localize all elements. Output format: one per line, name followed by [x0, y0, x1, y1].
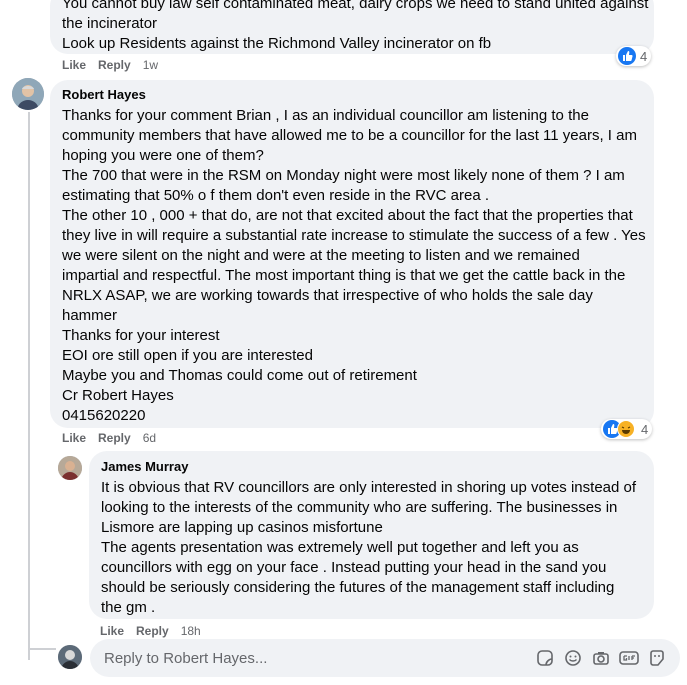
comment-text-line: should be seriously considering the futu…: [101, 579, 615, 596]
comment-text-line: Thanks for your comment Brian , I as an …: [62, 107, 589, 124]
gif-icon[interactable]: [618, 647, 640, 669]
comment-text-line: the gm .: [101, 599, 156, 616]
comment-text-line: councillors with egg on your face . Inst…: [101, 559, 607, 576]
comment-bubble: Robert Hayes Thanks for your comment Bri…: [50, 80, 654, 428]
timestamp[interactable]: 1w: [143, 58, 158, 72]
sticker-icon[interactable]: [534, 647, 556, 669]
comment-author[interactable]: Robert Hayes: [62, 86, 642, 104]
comment-text-line: Maybe you and Thomas could come out of r…: [62, 367, 417, 384]
comment-text-line: impartial and respectful. The most impor…: [62, 267, 626, 284]
comment-text-line: looking to the interests of the communit…: [101, 499, 618, 516]
like-button[interactable]: Like: [100, 624, 124, 638]
like-button[interactable]: Like: [62, 58, 86, 72]
comment-text-line: The other 10 , 000 + that do, are not th…: [62, 207, 633, 224]
comment-actions: Like Reply 6d: [62, 431, 168, 445]
comment-actions: Like Reply 18h: [100, 624, 213, 638]
comment-text-line: It is obvious that RV councillors are on…: [101, 479, 637, 496]
comment-bubble: You cannot buy law self contaminated mea…: [50, 0, 654, 54]
like-button[interactable]: Like: [62, 431, 86, 445]
haha-reaction-icon: [617, 420, 635, 438]
comment-text-line: The agents presentation was extremely we…: [101, 539, 579, 556]
timestamp[interactable]: 6d: [143, 431, 156, 445]
emoji-icon[interactable]: [562, 647, 584, 669]
reaction-summary[interactable]: 4: [616, 46, 652, 66]
reply-bubble: James Murray It is obvious that RV counc…: [89, 451, 654, 619]
reply-composer: [90, 639, 680, 677]
reply-input[interactable]: [102, 648, 528, 668]
comment-text-line: Cr Robert Hayes: [62, 387, 174, 404]
comment-text-line: Lismore are lapping up casinos misfortun…: [101, 519, 383, 536]
avatar-sticker-icon[interactable]: [646, 647, 668, 669]
reply-button[interactable]: Reply: [98, 431, 131, 445]
comment-text-line: the incinerator: [62, 15, 158, 32]
comment-actions: Like Reply 1w: [62, 58, 170, 72]
reaction-summary[interactable]: 4: [601, 419, 653, 439]
reaction-count: 4: [640, 48, 648, 64]
comment-text-line: You cannot buy law self contaminated mea…: [62, 0, 649, 12]
reaction-count: 4: [641, 421, 649, 437]
comment-text-line: The 700 that were in the RSM on Monday n…: [62, 167, 625, 184]
reply-button[interactable]: Reply: [98, 58, 131, 72]
comment-text-line: Look up Residents against the Richmond V…: [62, 35, 492, 52]
comment-text-line: 0415620220: [62, 407, 146, 424]
comment-text-line: NRLX ASAP, we are working towards that i…: [62, 287, 593, 304]
comment-text-line: we were silent on the night and were at …: [62, 247, 580, 264]
comment-text-line: hoping you were one of them?: [62, 147, 264, 164]
avatar[interactable]: [58, 456, 82, 480]
like-reaction-icon: [618, 47, 636, 65]
camera-icon[interactable]: [590, 647, 612, 669]
comment-text-line: estimating that 50% o f them don't even …: [62, 187, 489, 204]
comment-text-line: EOI ore still open if you are interested: [62, 347, 313, 364]
thread-line-branch: [28, 648, 56, 650]
comment-text-line: Thanks for your interest: [62, 327, 220, 344]
comment-text-line: hammer: [62, 307, 118, 324]
comment-author[interactable]: James Murray: [101, 458, 642, 476]
comment-text-line: they live in will require a substantial …: [62, 227, 646, 244]
current-user-avatar[interactable]: [58, 645, 82, 669]
reply-button[interactable]: Reply: [136, 624, 169, 638]
timestamp[interactable]: 18h: [181, 624, 201, 638]
comment-text-line: community members that have allowed me t…: [62, 127, 637, 144]
avatar[interactable]: [12, 78, 44, 110]
thread-line: [28, 112, 30, 660]
